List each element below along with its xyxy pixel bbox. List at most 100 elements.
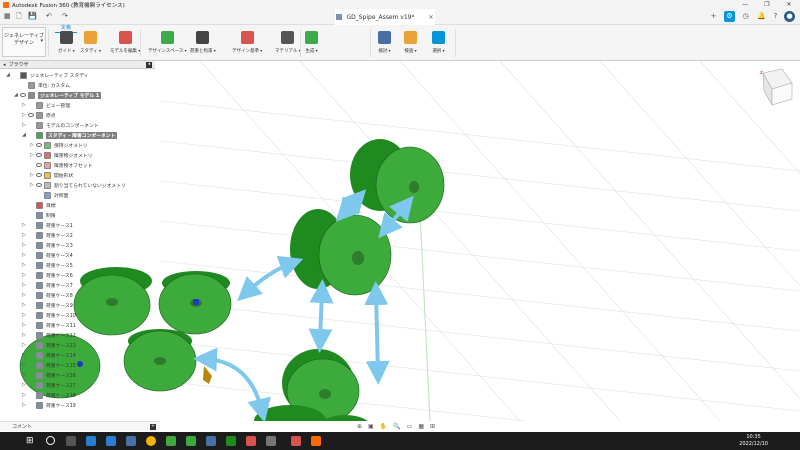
tree-item[interactable]: ▷ モデルのコンポーネント (22, 120, 99, 130)
app-icon-1[interactable] (86, 436, 96, 446)
tree-item[interactable]: ▷ 荷重ケース3 (22, 240, 73, 250)
viewports-icon[interactable]: ⊞ (430, 423, 435, 430)
tree-item[interactable]: ▷ 保持ジオメトリ (30, 140, 88, 150)
expand-toggle-icon[interactable]: ▷ (22, 382, 28, 388)
tree-item[interactable]: ▷ 荷重ケース10 (22, 310, 76, 320)
workspace-selector[interactable]: ジェネレーティブ デザイン ▾ (2, 27, 46, 57)
tree-item[interactable]: ▷ 荷重ケース1 (22, 220, 73, 230)
expand-toggle-icon[interactable]: ▷ (22, 352, 28, 358)
tree-item[interactable]: ▷ 荷重ケース4 (22, 250, 73, 260)
disc-pair-middle[interactable] (290, 209, 392, 296)
expand-toggle-icon[interactable]: ▷ (22, 362, 28, 368)
app-icon-5[interactable] (186, 436, 196, 446)
file-menu-icon[interactable]: 🗋 (16, 12, 22, 23)
ribbon-group-design-space[interactable]: デザインスペース (148, 31, 187, 54)
tree-item[interactable]: ▷ 割り当てられていないジオメトリ (30, 180, 126, 190)
app-icon-6[interactable] (206, 436, 216, 446)
app-icon-3[interactable] (126, 436, 136, 446)
ribbon-group-loads[interactable]: 荷重と拘束 (190, 31, 216, 54)
new-tab-icon[interactable]: + (708, 11, 719, 22)
expand-toggle-icon[interactable]: ▷ (22, 252, 28, 258)
expand-toggle-icon[interactable]: ▷ (22, 232, 28, 238)
tree-item[interactable]: ▷ 荷重ケース17 (22, 380, 76, 390)
expand-toggle-icon[interactable]: ▷ (22, 292, 28, 298)
expand-toggle-icon[interactable]: ▷ (22, 402, 28, 408)
close-window-button[interactable]: ✕ (778, 0, 800, 9)
fusion-taskbar-icon[interactable] (311, 436, 321, 446)
notifications-icon[interactable]: 🔔 (756, 11, 767, 22)
ribbon-group-explore[interactable]: 検討 (378, 31, 391, 54)
view-cube[interactable]: z (760, 68, 793, 107)
tree-item[interactable]: ▷ 荷重ケース16 (22, 370, 76, 380)
tree-item[interactable]: 対称面 (30, 190, 68, 200)
tree-item[interactable]: 単位: カスタム (14, 80, 70, 90)
tree-item[interactable]: ▷ 荷重ケース19 (22, 400, 76, 410)
visibility-eye-icon[interactable] (36, 163, 42, 167)
expand-toggle-icon[interactable]: ▷ (22, 272, 28, 278)
maximize-button[interactable]: ❐ (756, 0, 778, 9)
grid-settings-icon[interactable]: ▦ (418, 423, 424, 430)
extensions-icon[interactable]: ⚙ (724, 11, 735, 22)
help-icon[interactable]: ? (770, 11, 781, 22)
close-tab-icon[interactable]: ✕ (429, 14, 434, 21)
tree-item[interactable]: ◢ スタディ - 障害コンポーネント (22, 130, 118, 140)
document-tab[interactable]: GD_Spipe_Assem v19* ✕ (335, 9, 435, 25)
ribbon-group-study[interactable]: スタディ (80, 31, 101, 54)
ribbon-group-inspect[interactable]: 検査 (404, 31, 417, 54)
ribbon-group-material[interactable]: マテリアル (275, 31, 301, 54)
expand-toggle-icon[interactable]: ▷ (22, 322, 28, 328)
tree-item[interactable]: ▷ 荷重ケース2 (22, 230, 73, 240)
zoom-icon[interactable]: 🔍 (393, 423, 400, 430)
data-panel-icon[interactable]: ▦ (4, 12, 11, 20)
expand-toggle-icon[interactable]: ◢ (22, 132, 28, 138)
expand-toggle-icon[interactable]: ▷ (22, 302, 28, 308)
orbit-icon[interactable]: ⊕ (357, 423, 362, 430)
expand-toggle-icon[interactable]: ▷ (22, 392, 28, 398)
expand-toggle-icon[interactable]: ▷ (22, 332, 28, 338)
chrome-icon[interactable] (146, 436, 156, 446)
ribbon-group-edit-model[interactable]: モデルを編集 (110, 31, 140, 54)
undo-icon[interactable]: ↶ (46, 12, 52, 20)
ribbon-group-crosshair[interactable]: ガイド (58, 31, 75, 54)
tree-item[interactable]: ▷ 荷重ケース15 (22, 360, 76, 370)
tree-item[interactable]: ▷ 荷重ケース8 (22, 290, 73, 300)
job-status-icon[interactable]: ◷ (740, 11, 751, 22)
tree-item[interactable]: ▷ 荷重ケース14 (22, 350, 76, 360)
pan-icon[interactable]: ✋ (380, 423, 387, 430)
tree-item[interactable]: ▷ ビュー管理 (22, 100, 70, 110)
tree-item[interactable]: ▷ 荷重ケース12 (22, 330, 76, 340)
tree-item[interactable]: ▷ 原点 (22, 110, 56, 120)
close-panel-icon[interactable]: ◂ (146, 61, 152, 68)
tree-item[interactable]: ▷ 荷重ケース9 (22, 300, 73, 310)
app-icon-2[interactable] (106, 436, 116, 446)
tree-item[interactable]: ▷ 開始形状 (30, 170, 73, 180)
task-view-icon[interactable] (66, 436, 76, 446)
collapse-icon[interactable]: ◂ (3, 62, 6, 68)
search-icon[interactable] (46, 436, 55, 445)
tree-item[interactable]: 制限 (22, 210, 56, 220)
visibility-eye-icon[interactable] (28, 113, 34, 117)
tree-item[interactable]: ▷ 障害物ジオメトリ (30, 150, 92, 160)
expand-toggle-icon[interactable]: ▷ (22, 122, 28, 128)
app-icon-10[interactable] (291, 436, 301, 446)
add-comment-icon[interactable]: + (150, 423, 156, 430)
expand-toggle-icon[interactable]: ▷ (22, 282, 28, 288)
app-icon-7[interactable] (226, 436, 236, 446)
expand-toggle-icon[interactable]: ▷ (22, 262, 28, 268)
app-icon-9[interactable] (266, 436, 276, 446)
tree-item[interactable]: 障害物オフセット (30, 160, 92, 170)
windows-start-icon[interactable]: ⊞ (26, 436, 36, 446)
minimize-button[interactable]: — (734, 0, 756, 9)
redo-icon[interactable]: ↷ (62, 12, 68, 20)
tree-item[interactable]: ▷ 荷重ケース5 (22, 260, 73, 270)
disc-pair-top[interactable] (350, 139, 445, 224)
app-icon-4[interactable] (166, 436, 176, 446)
display-settings-icon[interactable]: ▭ (407, 423, 413, 430)
expand-toggle-icon[interactable]: ▷ (22, 312, 28, 318)
visibility-eye-icon[interactable] (36, 173, 42, 177)
disc-center-top[interactable] (158, 271, 232, 335)
tree-item[interactable]: ▷ 荷重ケース7 (22, 280, 73, 290)
expand-toggle-icon[interactable]: ◢ (6, 72, 12, 78)
expand-toggle-icon[interactable]: ▷ (22, 222, 28, 228)
tree-item[interactable]: ◢ ジェネレーティブ モデル 1 (14, 90, 102, 100)
